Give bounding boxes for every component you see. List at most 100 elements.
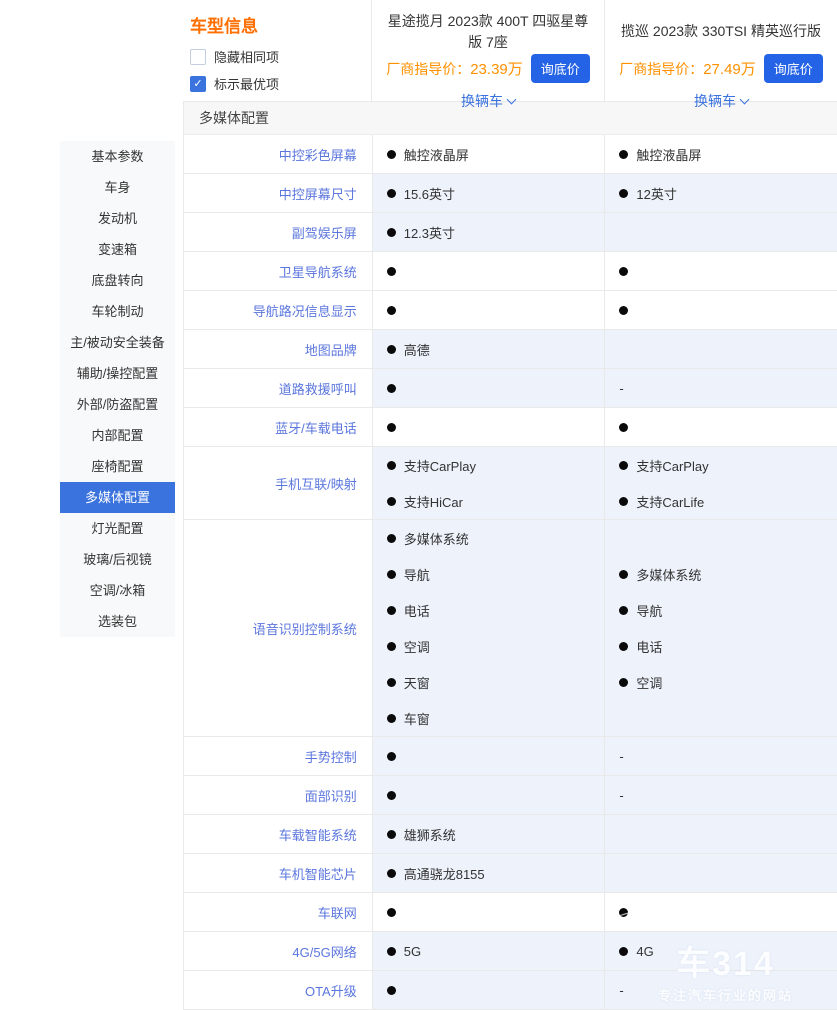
hide-same-checkbox[interactable] — [190, 49, 206, 65]
spec-value-car1 — [372, 291, 605, 329]
sidebar-item[interactable]: 多媒体配置 — [60, 482, 175, 513]
sidebar-item[interactable]: 选装包 — [60, 606, 175, 637]
dot-icon — [387, 830, 396, 839]
spec-label[interactable]: 中控彩色屏幕 — [184, 135, 372, 173]
spec-value-car2: 4G — [604, 932, 837, 970]
mark-best-option[interactable]: ✓ 标示最优项 — [190, 74, 371, 93]
spec-label[interactable]: 蓝牙/车载电话 — [184, 408, 372, 446]
spec-value-text: 4G — [636, 944, 653, 959]
spec-value-car2 — [604, 213, 837, 251]
sidebar-item[interactable]: 外部/防盗配置 — [60, 389, 175, 420]
spec-value-item — [387, 253, 605, 289]
dot-icon — [387, 306, 396, 315]
car2-switch-link[interactable]: 换辆车 — [605, 91, 837, 111]
sidebar-item[interactable]: 灯光配置 — [60, 513, 175, 544]
sidebar-item[interactable]: 内部配置 — [60, 420, 175, 451]
spec-value-text: 触控液晶屏 — [404, 145, 469, 164]
sidebar-item[interactable]: 基本参数 — [60, 141, 175, 172]
spec-label[interactable]: 面部识别 — [184, 776, 372, 814]
dot-icon — [387, 228, 396, 237]
dot-icon — [619, 570, 628, 579]
spec-value-car2: 多媒体系统导航电话空调 — [604, 520, 837, 736]
dot-icon — [387, 714, 396, 723]
sidebar-item[interactable]: 玻璃/后视镜 — [60, 544, 175, 575]
spec-value-item: 电话 — [619, 628, 837, 664]
dot-icon — [387, 869, 396, 878]
spec-value-item — [619, 409, 837, 445]
spec-label[interactable]: 车载智能系统 — [184, 815, 372, 853]
car1-inquiry-button[interactable]: 询底价 — [531, 54, 590, 83]
spec-value-car1 — [372, 776, 605, 814]
spec-value-item: 导航 — [387, 556, 605, 592]
spec-value-car2 — [604, 330, 837, 368]
spec-value-text: 12.3英寸 — [404, 223, 455, 242]
spec-value-item — [387, 777, 605, 813]
dot-icon — [387, 570, 396, 579]
spec-label[interactable]: 手势控制 — [184, 737, 372, 775]
spec-value-car1 — [372, 252, 605, 290]
spec-row: 手势控制- — [183, 737, 837, 776]
sidebar-item[interactable]: 座椅配置 — [60, 451, 175, 482]
spec-label[interactable]: 4G/5G网络 — [184, 932, 372, 970]
hide-same-option[interactable]: 隐藏相同项 — [190, 47, 371, 66]
spec-value-item — [619, 894, 837, 930]
spec-label[interactable]: 道路救援呼叫 — [184, 369, 372, 407]
spec-value-car1: 支持CarPlay支持HiCar — [372, 447, 605, 519]
spec-label[interactable]: 中控屏幕尺寸 — [184, 174, 372, 212]
spec-value-item: 空调 — [619, 664, 837, 700]
car1-switch-link[interactable]: 换辆车 — [372, 91, 604, 111]
spec-value-car1: 5G — [372, 932, 605, 970]
spec-label[interactable]: 地图品牌 — [184, 330, 372, 368]
sidebar-item[interactable]: 变速箱 — [60, 234, 175, 265]
spec-value-item: 5G — [387, 933, 605, 969]
spec-value-text: 高德 — [404, 340, 430, 359]
spec-value-item: 高德 — [387, 331, 605, 367]
dot-icon — [387, 423, 396, 432]
sidebar-item[interactable]: 空调/冰箱 — [60, 575, 175, 606]
spec-value-item: 空调 — [387, 628, 605, 664]
spec-value-text: 高通骁龙8155 — [404, 864, 485, 883]
sidebar-item[interactable]: 主/被动安全装备 — [60, 327, 175, 358]
spec-value-item: 12.3英寸 — [387, 214, 605, 250]
dot-icon — [619, 606, 628, 615]
spec-label[interactable]: 车机智能芯片 — [184, 854, 372, 892]
spec-value-item — [387, 738, 605, 774]
spec-label[interactable]: 卫星导航系统 — [184, 252, 372, 290]
spec-value-text: 导航 — [636, 601, 662, 620]
car2-inquiry-button[interactable]: 询底价 — [764, 54, 823, 83]
spec-label[interactable]: 车联网 — [184, 893, 372, 931]
compare-header: 车型信息 隐藏相同项 ✓ 标示最优项 星途揽月 2023款 400T 四驱星尊版… — [183, 0, 837, 102]
spec-row: 面部识别- — [183, 776, 837, 815]
spec-value-text: 多媒体系统 — [404, 529, 469, 548]
sidebar-item[interactable]: 辅助/操控配置 — [60, 358, 175, 389]
sidebar-item[interactable]: 发动机 — [60, 203, 175, 234]
car2-header: 揽巡 2023款 330TSI 精英巡行版 厂商指导价：27.49万 询底价 换… — [604, 0, 837, 101]
spec-label[interactable]: OTA升级 — [184, 971, 372, 1009]
spec-value-text: 导航 — [404, 565, 430, 584]
spec-value-car1 — [372, 893, 605, 931]
mark-best-checkbox[interactable]: ✓ — [190, 76, 206, 92]
spec-value-text: 多媒体系统 — [636, 565, 701, 584]
spec-value-car2: 支持CarPlay支持CarLife — [604, 447, 837, 519]
spec-label[interactable]: 手机互联/映射 — [184, 447, 372, 519]
sidebar-item[interactable]: 车身 — [60, 172, 175, 203]
dot-icon — [387, 908, 396, 917]
spec-row: 卫星导航系统 — [183, 252, 837, 291]
spec-value-item: 天窗 — [387, 664, 605, 700]
spec-value-car2: - — [604, 369, 837, 407]
spec-value-item: 车窗 — [387, 700, 605, 736]
spec-value-car1: 高德 — [372, 330, 605, 368]
dot-icon — [619, 423, 628, 432]
spec-label[interactable]: 副驾娱乐屏 — [184, 213, 372, 251]
spec-value-text: 车窗 — [404, 709, 430, 728]
spec-label[interactable]: 导航路况信息显示 — [184, 291, 372, 329]
dot-icon — [387, 752, 396, 761]
sidebar-item[interactable]: 车轮制动 — [60, 296, 175, 327]
dot-icon — [619, 461, 628, 470]
spec-value-car1 — [372, 971, 605, 1009]
dot-icon — [387, 384, 396, 393]
spec-value-item: 多媒体系统 — [387, 520, 605, 556]
spec-value-text: 支持CarPlay — [636, 456, 708, 475]
sidebar-item[interactable]: 底盘转向 — [60, 265, 175, 296]
spec-label[interactable]: 语音识别控制系统 — [184, 520, 372, 736]
